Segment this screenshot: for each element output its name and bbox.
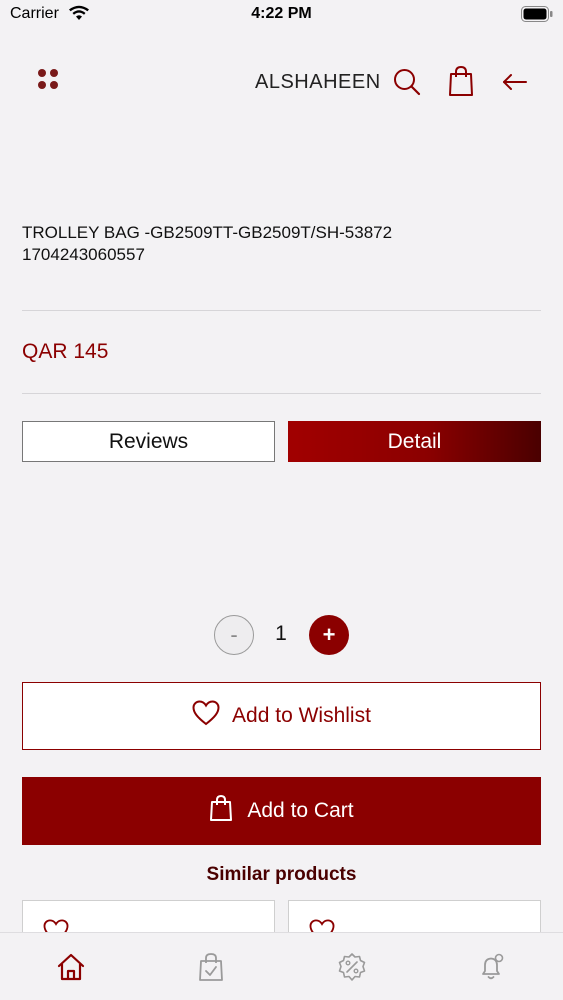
- add-to-cart-button[interactable]: Add to Cart: [22, 777, 541, 845]
- divider: [22, 393, 541, 394]
- wishlist-label: Add to Wishlist: [232, 704, 371, 727]
- quantity-increase-button[interactable]: +: [309, 615, 349, 655]
- cart-label: Add to Cart: [247, 799, 354, 822]
- product-price: QAR 145: [22, 340, 109, 363]
- home-icon[interactable]: [55, 951, 87, 983]
- arrow-left-icon[interactable]: [500, 67, 530, 97]
- tab-detail[interactable]: Detail: [288, 421, 541, 462]
- quantity-value: 1: [275, 622, 287, 645]
- percent-badge-icon[interactable]: [336, 951, 368, 983]
- app-header: ALSHAHEEN: [0, 55, 563, 110]
- bell-icon[interactable]: [476, 951, 508, 983]
- shopping-bag-icon[interactable]: [447, 65, 475, 97]
- status-bar: Carrier 4:22 PM: [0, 0, 563, 30]
- product-title-line: TROLLEY BAG -GB2509TT-GB2509T/SH-53872: [22, 223, 393, 242]
- grid-dots-icon[interactable]: [34, 65, 62, 93]
- product-title: TROLLEY BAG -GB2509TT-GB2509T/SH-53872 1…: [22, 222, 542, 266]
- divider: [22, 310, 541, 311]
- brand-title: ALSHAHEEN: [255, 71, 381, 93]
- search-icon[interactable]: [392, 67, 422, 97]
- product-sku: 1704243060557: [22, 245, 145, 264]
- heart-icon: [192, 700, 232, 732]
- clock: 4:22 PM: [251, 5, 312, 22]
- bag-check-icon[interactable]: [195, 951, 227, 983]
- add-to-wishlist-button[interactable]: Add to Wishlist: [22, 682, 541, 750]
- battery-icon: [521, 6, 553, 27]
- shopping-bag-icon: [209, 794, 247, 828]
- similar-products-heading: Similar products: [206, 864, 357, 885]
- tab-reviews[interactable]: Reviews: [22, 421, 275, 462]
- bottom-navigation: [0, 932, 563, 1000]
- quantity-decrease-button[interactable]: -: [214, 615, 254, 655]
